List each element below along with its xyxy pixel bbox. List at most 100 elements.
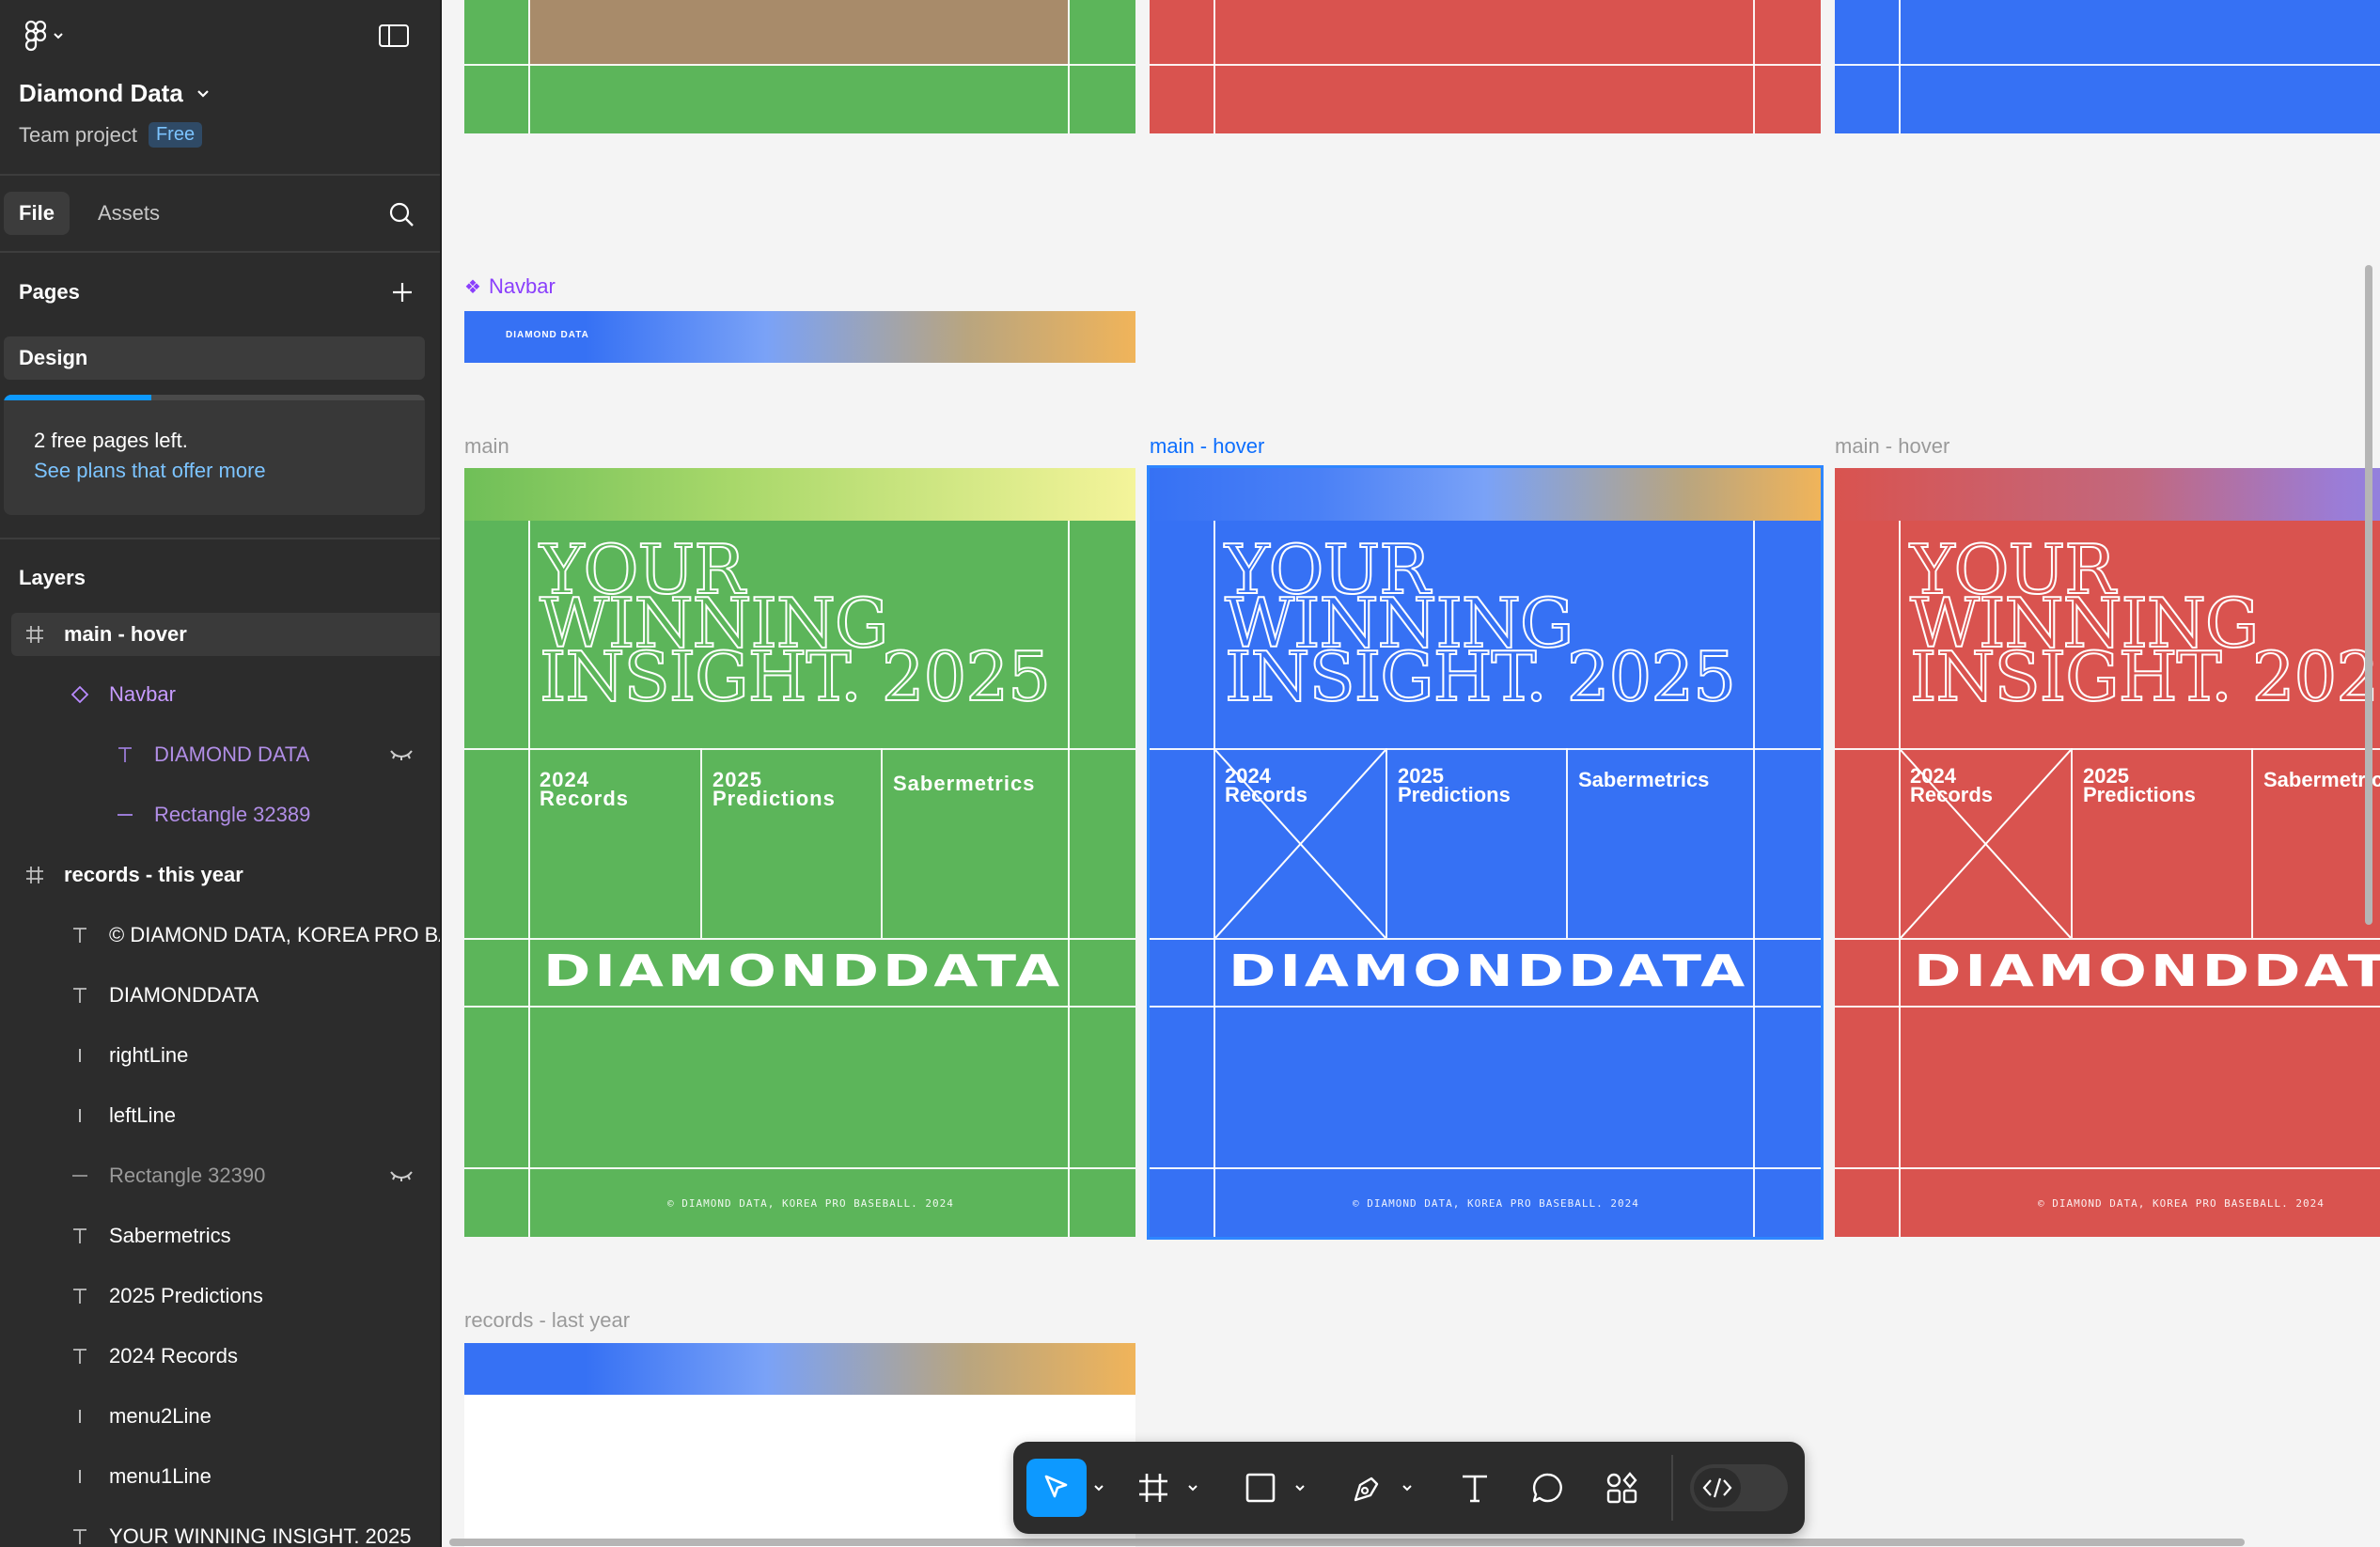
menu-item-sabermetrics[interactable]: Sabermetrics: [2263, 770, 2380, 790]
left-sidebar: Diamond Data Team project Free File Asse…: [0, 0, 442, 1547]
text-tool[interactable]: [1448, 1459, 1502, 1517]
eye-closed-icon[interactable]: [387, 1164, 415, 1188]
frame-label-records-last-year[interactable]: records - last year: [464, 1308, 630, 1333]
layers-heading: Layers: [19, 566, 86, 589]
brand-wordmark: DIAMONDDATA: [1914, 945, 2380, 996]
eye-closed-icon[interactable]: [387, 742, 415, 767]
tab-file[interactable]: File: [4, 192, 70, 235]
frame-main-hover[interactable]: YOUR WINNING INSIGHT. 2025 2024 Records 20…: [1147, 465, 1824, 1240]
vline-icon: [68, 1464, 92, 1489]
project-title: Diamond Data: [19, 79, 183, 107]
hero-title: YOUR WINNING INSIGHT. 2025: [539, 530, 1052, 716]
chevron-down-icon: [197, 89, 209, 98]
vline-icon: [68, 1404, 92, 1429]
line-icon: [113, 803, 137, 827]
frame-tool-dropdown[interactable]: [1182, 1470, 1203, 1506]
menu-item-2024-records[interactable]: 2024 Records: [1910, 766, 1993, 805]
frame-icon: [23, 622, 47, 647]
pen-icon: [1354, 1477, 1379, 1502]
layer-label: main - hover: [64, 622, 187, 646]
rectangle-tool[interactable]: [1233, 1459, 1288, 1517]
layer-row[interactable]: main - hover: [11, 613, 440, 656]
frame-main[interactable]: YOUR WINNING INSIGHT. 2025 2024 Records 20…: [464, 468, 1135, 1237]
tab-assets[interactable]: Assets: [86, 192, 171, 235]
frame-label[interactable]: main: [464, 434, 509, 459]
layer-row[interactable]: DIAMOND DATA: [0, 733, 440, 776]
project-title-button[interactable]: Diamond Data: [19, 79, 210, 108]
page-item-design[interactable]: Design: [4, 336, 425, 380]
layer-row[interactable]: Navbar: [0, 673, 440, 716]
chevron-down-icon: [54, 33, 63, 39]
layer-row[interactable]: records - this year: [0, 853, 440, 897]
menu-item-sabermetrics[interactable]: Sabermetrics: [893, 774, 1035, 794]
pen-tool-dropdown[interactable]: [1397, 1470, 1417, 1506]
dev-mode-toggle[interactable]: [1690, 1464, 1788, 1511]
layer-row[interactable]: YOUR WINNING INSIGHT. 2025: [0, 1515, 440, 1547]
rectangle-tool-dropdown[interactable]: [1290, 1470, 1310, 1506]
upgrade-text: 2 free pages left.: [34, 429, 188, 452]
menu-item-sabermetrics[interactable]: Sabermetrics: [1578, 770, 1709, 790]
add-page-button[interactable]: [384, 274, 421, 310]
frame-top-red[interactable]: [1150, 0, 1821, 133]
frame-tool[interactable]: [1126, 1459, 1181, 1517]
text-icon: [68, 983, 92, 1008]
frame-icon: [1139, 1474, 1167, 1502]
brand-wordmark: DIAMONDDATA: [543, 945, 1064, 996]
layer-row[interactable]: Rectangle 32389: [0, 793, 440, 836]
line-icon: [68, 1164, 92, 1188]
layer-row[interactable]: Rectangle 32390: [0, 1154, 440, 1197]
layer-label: rightLine: [109, 1043, 189, 1067]
sidebar-icon: [379, 24, 409, 47]
navbar-component-label[interactable]: ❖ Navbar: [464, 274, 556, 299]
pen-tool[interactable]: [1340, 1459, 1395, 1517]
layer-label: Sabermetrics: [109, 1224, 231, 1247]
menu-item-2024-records[interactable]: 2024 Records: [540, 770, 629, 809]
comment-tool[interactable]: [1521, 1459, 1575, 1517]
layer-row[interactable]: leftLine: [0, 1094, 440, 1137]
free-pages-progress-track: [4, 395, 425, 400]
layer-row[interactable]: Sabermetrics: [0, 1214, 440, 1258]
frame-label[interactable]: main - hover: [1150, 434, 1264, 459]
layer-label: DIAMONDDATA: [109, 983, 259, 1007]
text-icon: [1463, 1475, 1487, 1503]
layer-row[interactable]: © DIAMOND DATA, KOREA PRO BASEBALL. 2024: [0, 914, 440, 957]
component-icon: [68, 682, 92, 707]
navbar-component[interactable]: DIAMOND DATA: [464, 311, 1135, 363]
frame-main-hover[interactable]: YOUR WINNING INSIGHT. 2025 2024 Records 20…: [1835, 468, 2380, 1237]
free-pages-progress-fill: [4, 395, 151, 400]
search-button[interactable]: [380, 195, 423, 233]
layer-row[interactable]: menu2Line: [0, 1395, 440, 1438]
frame-top-blue[interactable]: [1835, 0, 2380, 133]
move-tool-dropdown[interactable]: [1088, 1470, 1109, 1506]
team-label: Team project: [19, 122, 137, 147]
menu-item-2025-predictions[interactable]: 2025 Predictions: [1398, 766, 1511, 805]
frame-top-green[interactable]: [464, 0, 1135, 133]
toggle-sidebar-button[interactable]: [372, 17, 415, 55]
plan-badge[interactable]: Free: [148, 122, 203, 148]
layer-label: menu2Line: [109, 1404, 211, 1428]
chevron-down-icon: [1295, 1485, 1305, 1492]
chevron-down-icon: [1402, 1485, 1412, 1492]
layer-row[interactable]: menu1Line: [0, 1455, 440, 1498]
see-plans-link[interactable]: See plans that offer more: [34, 459, 266, 483]
layer-row[interactable]: 2024 Records: [0, 1335, 440, 1378]
layer-label: leftLine: [109, 1103, 176, 1127]
layer-row[interactable]: DIAMONDDATA: [0, 974, 440, 1017]
page-item-label: Design: [19, 346, 88, 369]
layer-row[interactable]: rightLine: [0, 1034, 440, 1077]
canvas[interactable]: ❖ Navbar DIAMOND DATA main YOUR WINNING I…: [442, 0, 2380, 1547]
copyright-text: © DIAMOND DATA, KOREA PRO BASEBALL. 2024: [2038, 1197, 2325, 1210]
vertical-scrollbar[interactable]: [2365, 265, 2372, 925]
layer-row[interactable]: 2025 Predictions: [0, 1274, 440, 1318]
menu-item-2025-predictions[interactable]: 2025 Predictions: [712, 770, 836, 809]
horizontal-scrollbar[interactable]: [449, 1539, 2245, 1546]
records-navbar: [464, 1343, 1135, 1395]
menu-item-2025-predictions[interactable]: 2025 Predictions: [2083, 766, 2196, 805]
menu-item-2024-records[interactable]: 2024 Records: [1225, 766, 1307, 805]
main-menu-button[interactable]: [15, 17, 73, 55]
move-tool[interactable]: [1026, 1459, 1087, 1517]
frame-label[interactable]: main - hover: [1835, 434, 1949, 459]
actions-tool[interactable]: [1594, 1459, 1649, 1517]
layer-label: 2025 Predictions: [109, 1284, 263, 1307]
rectangle-icon: [1245, 1473, 1276, 1503]
